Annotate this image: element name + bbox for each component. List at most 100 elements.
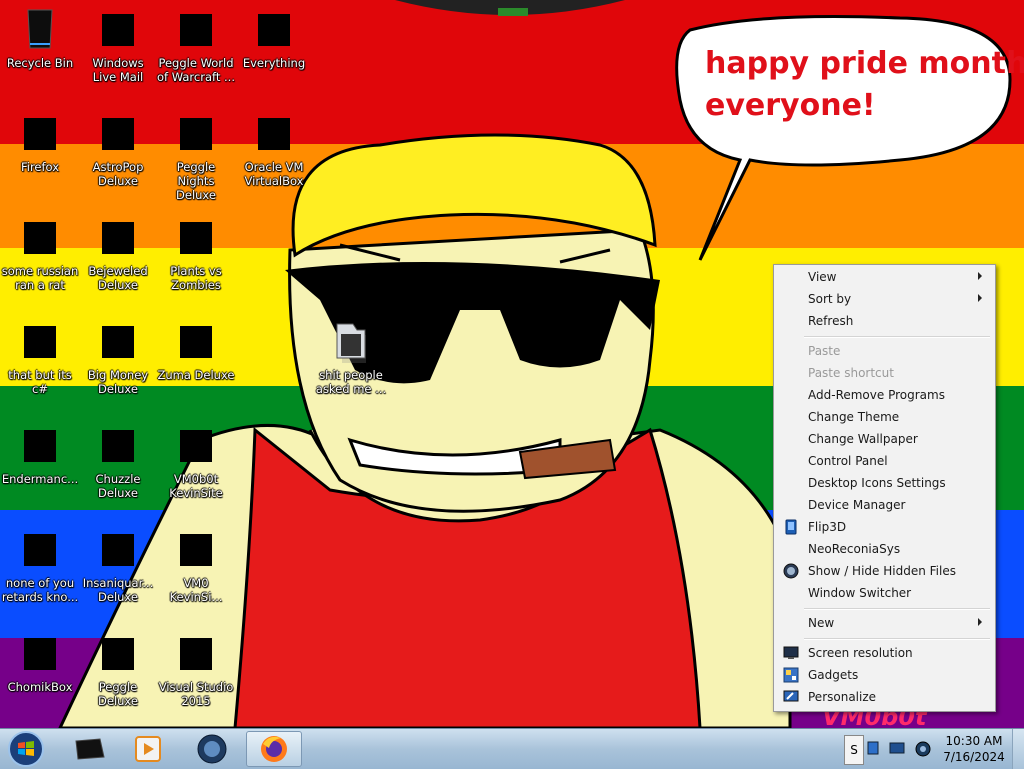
virtualbox-icon <box>250 108 298 156</box>
desktop-icon[interactable]: VM0 KevinSi... <box>157 524 235 604</box>
desktop-icon[interactable]: none of you retards kno... <box>1 524 79 604</box>
submenu-arrow-icon <box>978 618 982 626</box>
desktop-icon-label: none of you retards kno... <box>1 576 79 604</box>
speech-bubble-line-1: happy pride month <box>705 46 1024 81</box>
menu-item-change-wallpaper[interactable]: Change Wallpaper <box>777 428 990 450</box>
redaction-box <box>24 638 56 670</box>
menu-item-change-theme[interactable]: Change Theme <box>777 406 990 428</box>
menu-item-device-manager[interactable]: Device Manager <box>777 494 990 516</box>
taskbar-button-firefox[interactable] <box>246 731 302 767</box>
windows-logo-icon <box>8 731 44 767</box>
app-icon <box>16 524 64 572</box>
desktop-icon[interactable]: Everything <box>235 4 313 70</box>
desktop-icon-label: Plants vs Zombies <box>170 264 222 292</box>
menu-item-gadgets[interactable]: Gadgets <box>777 664 990 686</box>
show-desktop-button[interactable] <box>1012 729 1024 769</box>
menu-item-refresh[interactable]: Refresh <box>777 310 990 332</box>
tray-monitor-icon[interactable] <box>889 740 905 758</box>
taskbar-button-globe[interactable] <box>184 731 240 767</box>
menu-item-view[interactable]: View <box>777 266 990 288</box>
menu-item-neoreconiasys[interactable]: NeoReconiaSys <box>777 538 990 560</box>
desktop-icon[interactable]: Visual Studio 2015 <box>157 628 235 708</box>
redaction-box <box>180 430 212 462</box>
menu-item-show-hide-hidden-files[interactable]: Show / Hide Hidden Files <box>777 560 990 582</box>
desktop-icon-label: Peggle Deluxe <box>98 680 138 708</box>
redaction-box <box>102 222 134 254</box>
desktop-icon[interactable]: Oracle VM VirtualBox <box>235 108 313 188</box>
desktop-icon[interactable]: some russian ran a rat <box>1 212 79 292</box>
game-icon <box>172 108 220 156</box>
submenu-arrow-icon <box>978 294 982 302</box>
desktop-icon-label: shit people asked me ... <box>315 368 387 396</box>
desktop-icon[interactable]: Plants vs Zombies <box>157 212 235 292</box>
tray-globe-icon[interactable] <box>914 740 932 758</box>
visual-studio-icon <box>172 628 220 676</box>
desktop-icon-label: VM0b0t KevinSite <box>169 472 223 500</box>
desktop-icon[interactable]: Endermanc... <box>1 420 79 486</box>
desktop-icon-label: Windows Live Mail <box>92 56 144 84</box>
tray-overflow-button[interactable]: S <box>844 735 864 765</box>
desktop-icon[interactable]: Peggle Nights Deluxe <box>157 108 235 202</box>
flip3d-icon <box>785 519 797 535</box>
search-app-icon <box>250 4 298 52</box>
desktop-icon[interactable]: shit people asked me ... <box>312 316 390 396</box>
menu-item-paste-shortcut[interactable]: Paste shortcut <box>777 362 990 384</box>
menu-item-personalize[interactable]: Personalize <box>777 686 990 708</box>
taskbar-button-media-player[interactable] <box>120 731 176 767</box>
menu-item-screen-resolution[interactable]: Screen resolution <box>777 642 990 664</box>
app-icon <box>16 212 64 260</box>
desktop-icon[interactable]: AstroPop Deluxe <box>79 108 157 188</box>
menu-separator <box>804 336 990 338</box>
desktop-icon[interactable]: ChomikBox <box>1 628 79 694</box>
redaction-box <box>102 430 134 462</box>
firefox-icon <box>16 108 64 156</box>
desktop-icon[interactable]: Big Money Deluxe <box>79 316 157 396</box>
clock-time: 10:30 AM <box>945 734 1003 748</box>
desktop-icon[interactable]: Recycle Bin <box>1 4 79 70</box>
desktop-icon[interactable]: Peggle World of Warcraft ... <box>157 4 235 84</box>
desktop-icon-label: Big Money Deluxe <box>87 368 149 396</box>
taskbar-button-app[interactable] <box>60 731 116 767</box>
redaction-box <box>102 326 134 358</box>
desktop-icon-label: Chuzzle Deluxe <box>95 472 141 500</box>
app-icon <box>172 420 220 468</box>
taskbar-clock[interactable]: 10:30 AM 7/16/2024 <box>940 733 1008 765</box>
desktop-icon-label: Zuma Deluxe <box>157 368 235 382</box>
desktop-icon[interactable]: VM0b0t KevinSite <box>157 420 235 500</box>
menu-item-new[interactable]: New <box>777 612 990 634</box>
desktop-icon[interactable]: Insaniquar... Deluxe <box>79 524 157 604</box>
desktop-icon-label: VM0 KevinSi... <box>169 576 223 604</box>
redaction-box <box>102 534 134 566</box>
globe-icon <box>197 734 227 764</box>
menu-item-paste[interactable]: Paste <box>777 340 990 362</box>
terminal-icon <box>16 420 64 468</box>
menu-item-add-remove-programs[interactable]: Add-Remove Programs <box>777 384 990 406</box>
desktop-icon[interactable]: Windows Live Mail <box>79 4 157 84</box>
redaction-box <box>180 326 212 358</box>
desktop-context-menu: View Sort by Refresh Paste Paste shortcu… <box>773 264 996 712</box>
app-icon <box>16 316 64 364</box>
menu-item-sort-by[interactable]: Sort by <box>777 288 990 310</box>
redaction-box <box>24 326 56 358</box>
menu-item-control-panel[interactable]: Control Panel <box>777 450 990 472</box>
gem-icon <box>94 212 142 260</box>
folder-icon <box>327 316 375 364</box>
desktop-icon-label: AstroPop Deluxe <box>92 160 144 188</box>
desktop-icon[interactable]: Peggle Deluxe <box>79 628 157 708</box>
redaction-box <box>24 222 56 254</box>
desktop-icon[interactable]: Bejeweled Deluxe <box>79 212 157 292</box>
redaction-box <box>180 638 212 670</box>
start-button[interactable] <box>4 730 48 768</box>
menu-item-flip3d[interactable]: Flip3D <box>777 516 990 538</box>
desktop-icon[interactable]: Firefox <box>1 108 79 174</box>
desktop-icon[interactable]: that but its c# <box>1 316 79 396</box>
game-icon <box>172 4 220 52</box>
menu-item-desktop-icons-settings[interactable]: Desktop Icons Settings <box>777 472 990 494</box>
media-player-icon <box>135 736 161 762</box>
desktop-icon-label: ChomikBox <box>7 680 73 694</box>
menu-item-window-switcher[interactable]: Window Switcher <box>777 582 990 604</box>
game-icon <box>94 108 142 156</box>
desktop-icon[interactable]: Chuzzle Deluxe <box>79 420 157 500</box>
tray-network-icon[interactable] <box>866 740 882 758</box>
desktop-icon[interactable]: Zuma Deluxe <box>157 316 235 382</box>
